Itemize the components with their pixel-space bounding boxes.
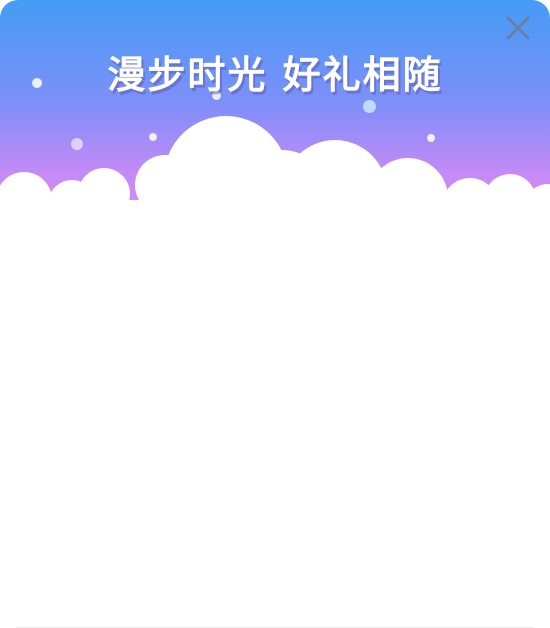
dialog-title: 漫步时光 好礼相随 <box>107 53 443 97</box>
cloud-decoration <box>0 116 550 240</box>
dialog-body <box>0 230 550 628</box>
close-button[interactable] <box>502 12 534 44</box>
gift-dialog: 漫步时光 好礼相随 <box>0 0 550 628</box>
close-icon <box>506 16 530 40</box>
